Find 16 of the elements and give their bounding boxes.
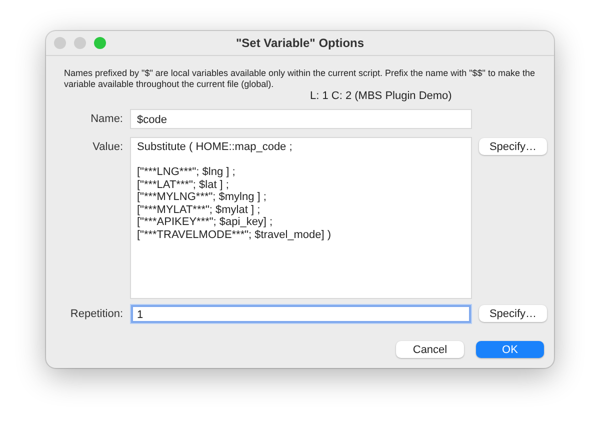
close-window-button[interactable] xyxy=(54,37,66,49)
field-label: Name: xyxy=(90,112,123,125)
minimize-window-button[interactable] xyxy=(74,37,86,49)
input-field[interactable]: 1 xyxy=(131,305,471,323)
field-label: Value: xyxy=(92,140,123,153)
input-field[interactable]: $code xyxy=(131,110,471,128)
window-title: "Set Variable" Options xyxy=(236,36,364,50)
status-text: L: 1 C: 2 (MBS Plugin Demo) xyxy=(310,90,453,102)
text-area[interactable]: Substitute ( HOME::map_code ; ["***LNG***"; $lng ] ; ["***LAT***"; $lat ] ; ["***MYLNG***"; $mylng ] ; ["***MYLAT***"; $mylat ] ; ["***APIKEY***"; $api_key] ; ["***TRAVELMODE***"; $travel_mode] ) xyxy=(131,138,471,298)
field-label: Repetition: xyxy=(69,307,123,320)
specify-button[interactable]: Specify… xyxy=(479,305,547,322)
ok-button[interactable]: OK xyxy=(476,341,544,358)
zoom-window-button[interactable] xyxy=(94,37,106,49)
help-text: Names prefixed by "$" are local variables available only within the current script. Prefix the name with "$$" to make the variable available throughout the current file (global). xyxy=(64,68,536,90)
specify-button[interactable]: Specify… xyxy=(479,138,547,155)
cancel-button[interactable]: Cancel xyxy=(396,341,464,358)
